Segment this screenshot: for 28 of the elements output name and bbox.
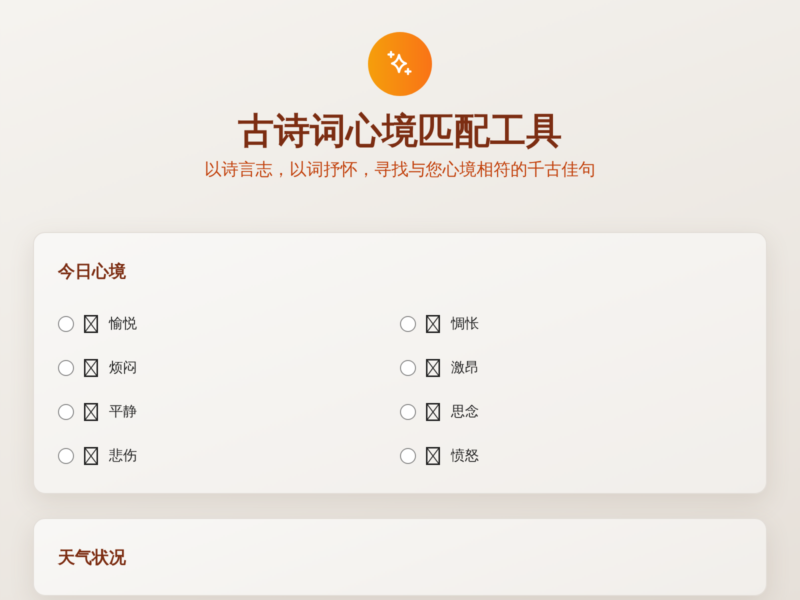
page-subtitle: 以诗言志，以词抒怀，寻找与您心境相符的千古佳句 (204, 159, 596, 182)
option-label: 悲伤 (109, 447, 137, 465)
radio-button[interactable] (400, 404, 416, 420)
option-label: 愤怒 (451, 447, 479, 465)
option-label: 激昂 (451, 359, 479, 377)
crossed-box-icon (84, 403, 98, 421)
crossed-box-icon (426, 315, 440, 333)
option-label: 思念 (451, 403, 479, 421)
crossed-box-icon (84, 315, 98, 333)
option-label: 烦闷 (109, 359, 137, 377)
radio-button[interactable] (58, 404, 74, 420)
radio-button[interactable] (400, 448, 416, 464)
section-title: 今日心境 (58, 261, 127, 284)
section-title: 天气状况 (58, 547, 127, 570)
radio-button[interactable] (58, 360, 74, 376)
radio-button[interactable] (58, 316, 74, 332)
page-title: 古诗词心境匹配工具 (238, 110, 562, 154)
option-label: 愉悦 (109, 315, 137, 333)
option-label: 平静 (109, 403, 137, 421)
crossed-box-icon (426, 359, 440, 377)
crossed-box-icon (84, 447, 98, 465)
crossed-box-icon (426, 447, 440, 465)
radio-button[interactable] (400, 360, 416, 376)
radio-button[interactable] (58, 448, 74, 464)
option-label: 惆怅 (451, 315, 479, 333)
radio-button[interactable] (400, 316, 416, 332)
crossed-box-icon (426, 403, 440, 421)
crossed-box-icon (84, 359, 98, 377)
